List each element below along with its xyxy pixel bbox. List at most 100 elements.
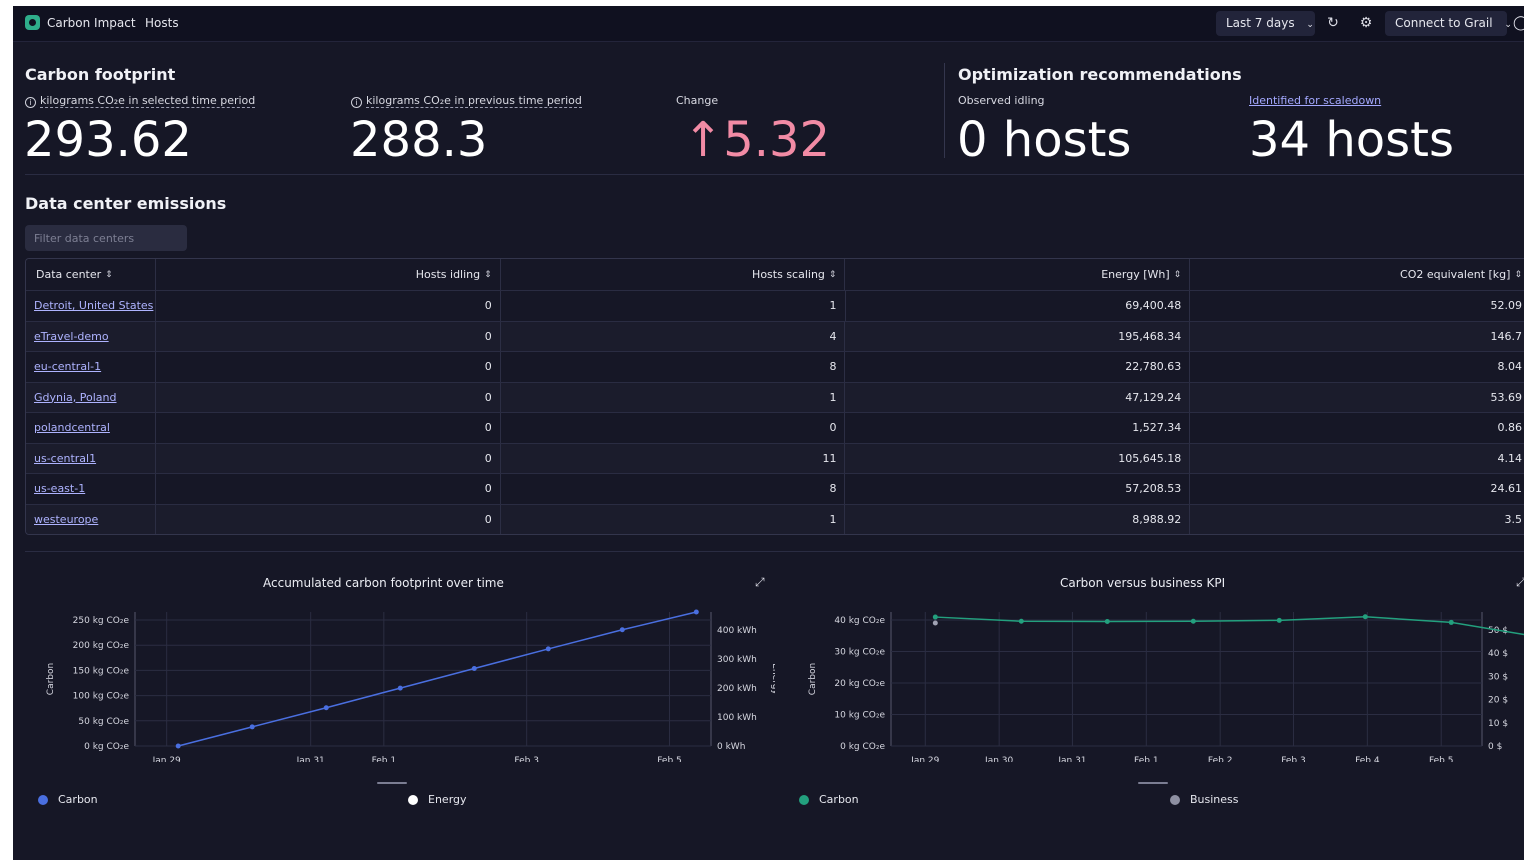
arrow-up-icon: ↑: [683, 112, 724, 168]
co2-cell: 146.7: [1490, 329, 1522, 343]
gear-icon[interactable]: ⚙: [1357, 14, 1375, 32]
x-tick-label: Feb 5: [1429, 756, 1454, 762]
table-row: eTravel-demo 0 4 195,468.34 146.7: [26, 320, 1524, 351]
data-center-cell[interactable]: Gdynia, Poland: [26, 382, 156, 412]
hosts-idling-cell: 0: [156, 413, 501, 443]
y-tick-label: 250 kg CO₂e: [73, 616, 130, 626]
sort-icon: ⇕: [1514, 269, 1522, 280]
y-axis-label: Carbon: [808, 663, 818, 695]
legend-scrollbar[interactable]: [377, 782, 407, 784]
data-center-cell[interactable]: Detroit, United States: [26, 291, 156, 321]
x-tick-label: Feb 1: [372, 756, 397, 762]
table-row: Gdynia, Poland 0 1 47,129.24 53.69: [26, 381, 1524, 412]
legend-carbon[interactable]: Carbon: [799, 793, 859, 806]
data-point-carbon: [1276, 617, 1282, 623]
expand-icon[interactable]: ⤢: [755, 575, 765, 590]
x-tick-label: Feb 2: [1208, 756, 1233, 762]
data-point-business: [932, 620, 938, 626]
previous-period-value: 288.3: [350, 112, 488, 168]
y2-tick-label: 10 $: [1488, 719, 1508, 729]
data-point-carbon: [1190, 618, 1196, 624]
hosts-scaling-cell: 0: [501, 413, 846, 443]
info-icon[interactable]: i: [25, 97, 36, 108]
kpi-divider: [944, 63, 945, 158]
connect-grail-button[interactable]: Connect to Grail ⌄: [1385, 11, 1512, 36]
energy-cell: 105,645.18: [845, 443, 1191, 473]
data-center-cell[interactable]: polandcentral: [26, 413, 156, 443]
refresh-icon[interactable]: ↻: [1324, 14, 1342, 32]
table-header-row: Data center ⇕ Hosts idling ⇕ Hosts scaling…: [26, 259, 1524, 290]
y2-tick-label: 0 kWh: [717, 742, 745, 752]
column-header-data-center[interactable]: Data center ⇕: [26, 259, 156, 290]
timeframe-label: Last 7 days: [1226, 16, 1295, 30]
x-tick-label: Jan 31: [1057, 756, 1086, 762]
legend-swatch: [38, 794, 48, 805]
column-header-co2[interactable]: CO2 equivalent [kg] ⇕: [1190, 259, 1524, 290]
data-center-cell[interactable]: us-central1: [26, 443, 156, 473]
x-tick-label: Feb 4: [1355, 756, 1380, 762]
chevron-down-icon: ⌄: [1306, 20, 1314, 30]
data-center-cell[interactable]: eTravel-demo: [26, 321, 156, 351]
sort-icon: ⇕: [105, 269, 113, 280]
y2-tick-label: 20 $: [1488, 696, 1508, 706]
top-bar: Carbon Impact Hosts Last 7 days ⌄ ↻ ⚙ Co…: [13, 6, 1524, 42]
section-divider: [25, 174, 1524, 175]
co2-cell: 0.86: [1497, 421, 1522, 435]
sort-icon: ⇕: [1173, 269, 1182, 280]
hosts-idling-cell: 0: [156, 321, 501, 351]
hosts-idling-cell: 0: [156, 291, 501, 321]
co2-cell: 24.61: [1490, 482, 1522, 496]
data-center-cell[interactable]: westeurope: [26, 504, 156, 534]
x-tick-label: Jan 29: [152, 756, 181, 762]
energy-cell: 57,208.53: [845, 474, 1191, 504]
series-line-carbon: [178, 611, 697, 747]
data-point-carbon: [471, 666, 477, 672]
data-center-cell[interactable]: us-east-1: [26, 474, 156, 504]
energy-cell: 47,129.24: [845, 382, 1191, 412]
hosts-scaling-cell: 8: [501, 474, 846, 504]
app-window: Carbon Impact Hosts Last 7 days ⌄ ↻ ⚙ Co…: [13, 6, 1524, 860]
legend-business[interactable]: Business: [1170, 793, 1239, 806]
nav-carbon-impact[interactable]: Carbon Impact: [47, 16, 136, 30]
y-tick-label: 40 kg CO₂e: [834, 616, 885, 626]
y2-tick-label: 400 kWh: [717, 626, 757, 636]
legend-carbon[interactable]: Carbon: [38, 793, 98, 806]
nav-hosts[interactable]: Hosts: [145, 16, 179, 30]
timeframe-selector[interactable]: Last 7 days ⌄: [1216, 11, 1315, 36]
help-icon[interactable]: ◯: [1513, 14, 1524, 32]
hosts-idling-cell: 0: [156, 443, 501, 473]
data-center-cell[interactable]: eu-central-1: [26, 352, 156, 382]
x-tick-label: Feb 3: [514, 756, 539, 762]
x-tick-label: Feb 5: [657, 756, 682, 762]
co2-cell: 4.14: [1497, 451, 1522, 465]
expand-icon[interactable]: ⤢: [1516, 575, 1524, 590]
x-tick-label: Feb 3: [1281, 756, 1306, 762]
energy-cell: 8,988.92: [845, 504, 1191, 534]
selected-period-value: 293.62: [24, 112, 192, 168]
y-tick-label: 20 kg CO₂e: [834, 679, 885, 689]
data-point-carbon: [1362, 614, 1368, 620]
filter-data-centers-input[interactable]: [25, 225, 187, 251]
info-icon[interactable]: i: [351, 97, 362, 108]
column-header-energy[interactable]: Energy [Wh] ⇕: [845, 259, 1191, 290]
column-header-hosts-scaling[interactable]: Hosts scaling ⇕: [501, 259, 846, 290]
y-tick-label: 100 kg CO₂e: [73, 692, 130, 702]
legend-scrollbar[interactable]: [1138, 782, 1168, 784]
x-tick-label: Jan 31: [296, 756, 325, 762]
scaledown-link[interactable]: Identified for scaledown: [1249, 94, 1381, 107]
change-label: Change: [676, 94, 719, 107]
data-point-carbon: [1104, 619, 1110, 625]
carbon-footprint-chart: 0 kg CO₂e 50 kg CO₂e 100 kg CO₂e 150 kg CO₂…: [46, 609, 775, 762]
column-header-hosts-idling[interactable]: Hosts idling ⇕: [156, 259, 501, 290]
carbon-impact-logo-icon: [25, 15, 40, 30]
energy-cell: 195,468.34: [845, 321, 1191, 351]
y-tick-label: 0 kg CO₂e: [84, 742, 129, 752]
data-point-carbon: [323, 705, 329, 711]
change-value: ↑5.32: [683, 112, 831, 168]
y2-tick-label: 30 $: [1488, 672, 1508, 682]
x-tick-label: Jan 30: [984, 756, 1013, 762]
previous-period-label: i kilograms CO₂e in previous time period: [351, 94, 582, 108]
legend-swatch: [1170, 794, 1180, 805]
legend-energy[interactable]: Energy: [408, 793, 467, 806]
data-point-carbon: [397, 685, 403, 691]
